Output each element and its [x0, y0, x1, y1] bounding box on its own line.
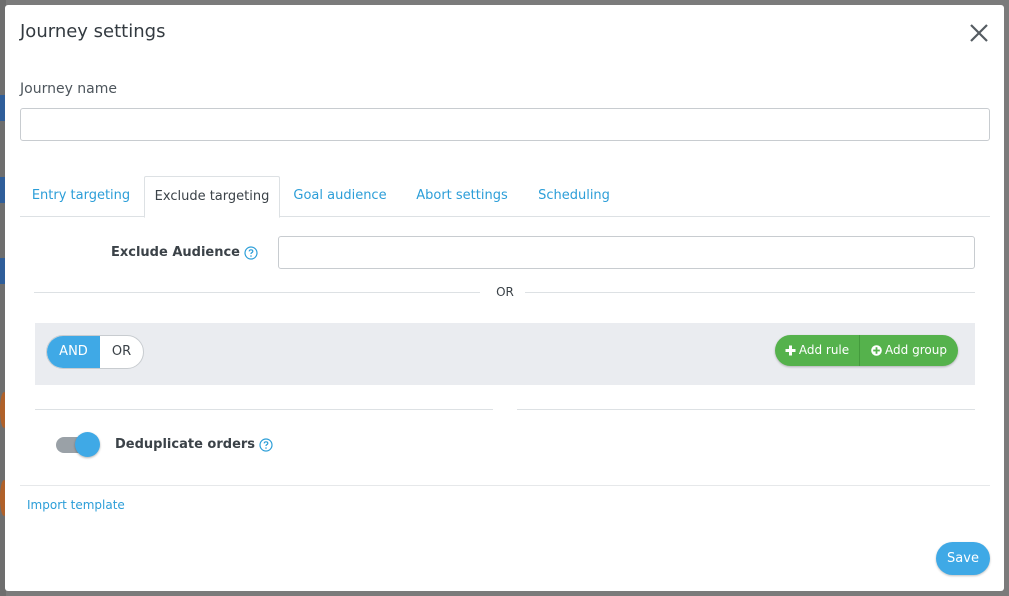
exclude-audience-label: Exclude Audience: [111, 245, 258, 260]
tab-goal-audience[interactable]: Goal audience: [286, 176, 394, 216]
add-group-button[interactable]: Add group: [860, 335, 958, 366]
footer-divider: [20, 485, 990, 486]
settings-tabs: Entry targeting Exclude targeting Goal a…: [20, 176, 990, 218]
plus-icon: [785, 345, 796, 356]
and-toggle-button[interactable]: AND: [47, 336, 100, 368]
add-rule-label: Add rule: [798, 343, 850, 357]
plus-circle-icon: [871, 345, 882, 356]
section-divider: [517, 409, 975, 410]
rule-builder-panel: AND OR Add rule Add group: [35, 323, 975, 385]
or-divider-text: OR: [496, 285, 514, 299]
close-button[interactable]: [967, 21, 991, 45]
tab-entry-targeting[interactable]: Entry targeting: [20, 176, 142, 216]
add-rule-button[interactable]: Add rule: [775, 335, 859, 366]
tab-exclude-targeting[interactable]: Exclude targeting: [144, 176, 280, 218]
question-circle-icon[interactable]: [244, 245, 258, 260]
or-divider-line: [525, 292, 975, 293]
exclude-audience-input[interactable]: [278, 236, 975, 269]
and-or-toggle: AND OR: [46, 335, 144, 369]
or-toggle-button[interactable]: OR: [100, 336, 143, 368]
deduplicate-orders-text: Deduplicate orders: [115, 437, 256, 452]
tab-scheduling[interactable]: Scheduling: [528, 176, 620, 216]
journey-settings-modal: Journey settings Journey name Entry targ…: [5, 5, 1004, 591]
deduplicate-orders-switch[interactable]: [54, 432, 100, 458]
journey-name-label: Journey name: [20, 81, 118, 97]
add-group-label: Add group: [885, 343, 947, 357]
section-divider: [35, 409, 493, 410]
exclude-audience-text: Exclude Audience: [111, 245, 241, 260]
deduplicate-orders-label: Deduplicate orders: [115, 437, 273, 452]
save-button[interactable]: Save: [936, 542, 990, 575]
journey-name-input[interactable]: [20, 108, 990, 141]
switch-knob: [75, 432, 100, 457]
close-icon: [970, 24, 988, 42]
tab-abort-settings[interactable]: Abort settings: [408, 176, 516, 216]
modal-title: Journey settings: [20, 21, 166, 42]
or-divider-line: [34, 292, 480, 293]
rule-button-group: Add rule Add group: [775, 335, 958, 366]
question-circle-icon[interactable]: [259, 437, 273, 452]
import-template-link[interactable]: Import template: [27, 498, 125, 512]
